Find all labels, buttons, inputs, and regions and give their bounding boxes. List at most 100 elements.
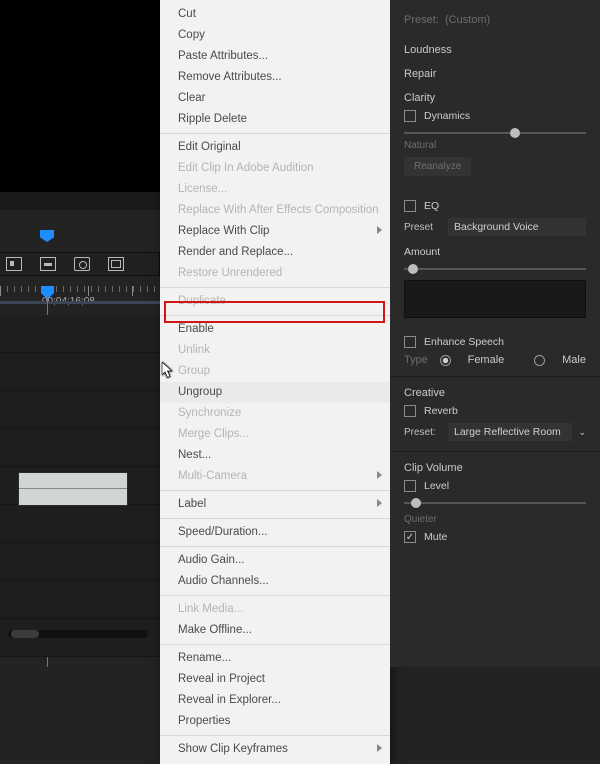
reanalyze-button[interactable]: Reanalyze <box>404 157 471 176</box>
mark-icon[interactable] <box>108 257 124 271</box>
repair-section-header[interactable]: Repair <box>404 68 586 80</box>
clarity-heading[interactable]: Clarity <box>404 92 586 104</box>
menu-separator <box>160 644 390 645</box>
audio-clip[interactable] <box>18 472 128 506</box>
reverb-label: Reverb <box>424 405 458 417</box>
preset-header[interactable]: Preset: (Custom) <box>404 14 586 26</box>
level-row[interactable]: Level <box>404 480 586 492</box>
menu-item-remove-attributes[interactable]: Remove Attributes... <box>160 67 390 88</box>
preset-value: (Custom) <box>445 14 490 26</box>
export-frame-icon[interactable] <box>74 257 90 271</box>
eq-checkbox[interactable] <box>404 200 416 212</box>
menu-item-audio-channels[interactable]: Audio Channels... <box>160 571 390 592</box>
menu-item-group: Group <box>160 361 390 382</box>
level-checkbox[interactable] <box>404 480 416 492</box>
menu-item-nest[interactable]: Nest... <box>160 445 390 466</box>
menu-item-make-offline[interactable]: Make Offline... <box>160 620 390 641</box>
dynamics-natural-label: Natural <box>404 140 586 151</box>
menu-item-rename[interactable]: Rename... <box>160 648 390 669</box>
clip-volume-heading[interactable]: Clip Volume <box>404 462 586 474</box>
chevron-down-icon[interactable]: ⌄ <box>578 427 586 438</box>
reverb-preset-select[interactable]: Large Reflective Room <box>448 423 572 441</box>
menu-item-cut[interactable]: Cut <box>160 4 390 25</box>
level-label: Level <box>424 480 449 492</box>
enhance-type-label: Type <box>404 354 428 366</box>
menu-separator <box>160 133 390 134</box>
menu-item-clear[interactable]: Clear <box>160 88 390 109</box>
dynamics-row[interactable]: Dynamics <box>404 110 586 122</box>
menu-item-audio-gain[interactable]: Audio Gain... <box>160 550 390 571</box>
menu-item-copy[interactable]: Copy <box>160 25 390 46</box>
timeline-panel[interactable]: 00;04;16;08 <box>0 230 160 667</box>
menu-item-ungroup[interactable]: Ungroup <box>160 382 390 403</box>
mute-label: Mute <box>424 531 447 543</box>
eq-label: EQ <box>424 200 439 212</box>
enhance-female-radio[interactable] <box>440 355 451 366</box>
level-slider[interactable] <box>404 498 586 508</box>
menu-item-reveal-in-project[interactable]: Reveal in Project <box>160 669 390 690</box>
video-track[interactable] <box>0 391 160 429</box>
enhance-speech-checkbox[interactable] <box>404 336 416 348</box>
timeline-scrollbar[interactable] <box>8 630 148 638</box>
menu-item-render-and-replace[interactable]: Render and Replace... <box>160 242 390 263</box>
video-track[interactable] <box>0 315 160 353</box>
menu-item-replace-with-clip[interactable]: Replace With Clip <box>160 221 390 242</box>
mute-checkbox[interactable] <box>404 531 416 543</box>
enhance-male-radio[interactable] <box>534 355 545 366</box>
audio-track[interactable] <box>0 581 160 619</box>
eq-amount-slider[interactable] <box>404 264 586 274</box>
menu-item-multi-camera: Multi-Camera <box>160 466 390 487</box>
eq-preset-row[interactable]: Preset Background Voice <box>404 218 586 236</box>
menu-separator <box>160 546 390 547</box>
menu-item-label[interactable]: Label <box>160 494 390 515</box>
loudness-section-header[interactable]: Loudness <box>404 44 586 56</box>
audio-track[interactable] <box>0 505 160 543</box>
menu-item-show-clip-keyframes[interactable]: Show Clip Keyframes <box>160 739 390 760</box>
enhance-speech-row[interactable]: Enhance Speech <box>404 336 586 348</box>
playhead-marker-top[interactable] <box>40 230 54 242</box>
menu-item-license: License... <box>160 179 390 200</box>
dynamics-checkbox[interactable] <box>404 110 416 122</box>
menu-item-link-media: Link Media... <box>160 599 390 620</box>
overwrite-icon[interactable] <box>40 257 56 271</box>
menu-item-duplicate: Duplicate <box>160 291 390 312</box>
menu-item-ripple-delete[interactable]: Ripple Delete <box>160 109 390 130</box>
enhance-female-label: Female <box>468 354 505 366</box>
audio-track[interactable] <box>0 619 160 657</box>
clip-context-menu[interactable]: CutCopyPaste Attributes...Remove Attribu… <box>160 0 390 764</box>
panel-separator <box>390 376 600 377</box>
menu-item-properties[interactable]: Properties <box>160 711 390 732</box>
preset-label: Preset: <box>404 14 439 26</box>
menu-item-speed-duration[interactable]: Speed/Duration... <box>160 522 390 543</box>
menu-item-paste-attributes[interactable]: Paste Attributes... <box>160 46 390 67</box>
waveform-right <box>19 489 127 505</box>
reverb-row[interactable]: Reverb <box>404 405 586 417</box>
menu-separator <box>160 595 390 596</box>
program-monitor <box>0 0 160 210</box>
menu-item-restore-unrendered: Restore Unrendered <box>160 263 390 284</box>
eq-row[interactable]: EQ <box>404 200 586 212</box>
menu-item-edit-original[interactable]: Edit Original <box>160 137 390 158</box>
dynamics-label: Dynamics <box>424 110 470 122</box>
insert-icon[interactable] <box>6 257 22 271</box>
video-track[interactable] <box>0 429 160 467</box>
menu-item-merge-clips: Merge Clips... <box>160 424 390 445</box>
eq-preset-select[interactable]: Background Voice <box>448 218 586 236</box>
audio-track[interactable] <box>0 543 160 581</box>
video-track[interactable] <box>0 353 160 391</box>
menu-item-unlink: Unlink <box>160 340 390 361</box>
scrollbar-thumb[interactable] <box>11 630 39 638</box>
menu-separator <box>160 735 390 736</box>
reverb-checkbox[interactable] <box>404 405 416 417</box>
menu-item-enable[interactable]: Enable <box>160 319 390 340</box>
dynamics-slider[interactable] <box>404 128 586 138</box>
work-area-bar[interactable] <box>0 301 160 304</box>
menu-item-reveal-in-explorer[interactable]: Reveal in Explorer... <box>160 690 390 711</box>
creative-heading[interactable]: Creative <box>404 387 586 399</box>
mute-row[interactable]: Mute <box>404 531 586 543</box>
eq-meter <box>404 280 586 318</box>
reverb-preset-row[interactable]: Preset: Large Reflective Room ⌄ <box>404 423 586 441</box>
menu-item-synchronize: Synchronize <box>160 403 390 424</box>
menu-item-replace-with-after-effects-composition: Replace With After Effects Composition <box>160 200 390 221</box>
essential-sound-panel[interactable]: Preset: (Custom) Loudness Repair Clarity… <box>390 0 600 667</box>
